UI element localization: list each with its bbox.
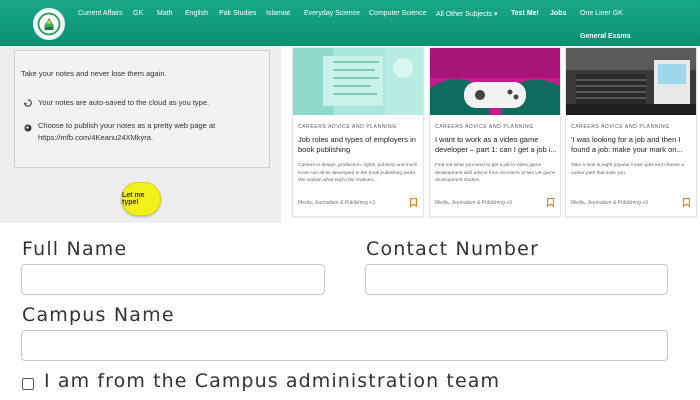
article-card[interactable]: CAREERS ADVICE AND PLANNING I want to wo… <box>429 47 561 217</box>
globe-icon <box>24 124 32 132</box>
card-description: Careers in design, production, rights, p… <box>298 163 418 183</box>
notes-title: Take your notes and never lose them agai… <box>21 69 167 78</box>
nav-english[interactable]: English <box>185 10 208 17</box>
nav-math[interactable]: Math <box>157 10 173 17</box>
article-card[interactable]: CAREERS ADVICE AND PLANNING Job roles an… <box>292 47 424 217</box>
notes-info-box <box>14 50 270 168</box>
notes-publish-text: Choose to publish your notes as a pretty… <box>38 121 216 130</box>
card-title[interactable]: Job roles and types of employers in book… <box>298 135 420 155</box>
campus-admin-checkbox-label[interactable]: I am from the Campus administration team <box>44 370 500 392</box>
card-tags: Media, Journalism & Publishing +3 <box>571 200 648 206</box>
campus-name-label: Campus Name <box>22 304 175 326</box>
card-description: Take a look at eight popular music jobs … <box>571 163 684 176</box>
bookmark-icon[interactable] <box>683 198 690 207</box>
notes-publish-url: https://mfb.com/4Keanu24XMkyra. <box>38 133 154 142</box>
nav-everyday-science[interactable]: Everyday Science <box>304 10 360 17</box>
nav-general-exams[interactable]: General Exams <box>580 33 631 40</box>
card-image-game-controller <box>430 48 560 115</box>
full-name-input[interactable] <box>21 264 325 295</box>
nav-gk[interactable]: GK <box>133 10 143 17</box>
card-tags: Media, Journalism & Publishing +3 <box>435 200 512 206</box>
nav-pak-studies[interactable]: Pak Studies <box>219 10 256 17</box>
let-me-type-button[interactable]: Let me type! <box>121 182 161 216</box>
cloud-sync-icon <box>24 99 32 107</box>
nav-all-other-subjects-dropdown[interactable]: All Other Subjects ▾ <box>436 10 497 18</box>
notes-autosave-text: Your notes are auto-saved to the cloud a… <box>38 98 210 107</box>
contact-number-label: Contact Number <box>366 238 540 260</box>
nav-computer-science[interactable]: Computer Science <box>369 10 427 17</box>
nav-one-liner-gk[interactable]: One Liner GK <box>580 10 623 17</box>
full-name-label: Full Name <box>22 238 128 260</box>
nav-islamiat[interactable]: Islamiat <box>266 10 290 17</box>
card-image-book-publishing <box>293 48 423 115</box>
site-logo[interactable] <box>33 8 65 40</box>
card-category: CAREERS ADVICE AND PLANNING <box>571 124 670 130</box>
card-description: Find out what you need to get a job in v… <box>435 163 556 183</box>
campus-admin-checkbox[interactable] <box>22 378 34 390</box>
nav-jobs[interactable]: Jobs <box>550 10 566 17</box>
bookmark-icon[interactable] <box>410 198 417 207</box>
campus-name-input[interactable] <box>21 330 668 361</box>
card-title[interactable]: I want to work as a video game developer… <box>435 135 557 155</box>
nav-test-me[interactable]: Test Me! <box>511 10 539 17</box>
nav-current-affairs[interactable]: Current Affairs <box>78 10 123 17</box>
article-card[interactable]: CAREERS ADVICE AND PLANNING 'I was looki… <box>565 47 697 217</box>
card-category: CAREERS ADVICE AND PLANNING <box>298 124 397 130</box>
card-category: CAREERS ADVICE AND PLANNING <box>435 124 534 130</box>
top-navigation-bar: Current Affairs GK Math English Pak Stud… <box>0 0 700 46</box>
contact-number-input[interactable] <box>365 264 668 295</box>
bookmark-icon[interactable] <box>547 198 554 207</box>
card-image-music-desk <box>566 48 696 115</box>
card-title[interactable]: 'I was looking for a job and then I foun… <box>571 135 693 155</box>
card-tags: Media, Journalism & Publishing +3 <box>298 200 375 206</box>
